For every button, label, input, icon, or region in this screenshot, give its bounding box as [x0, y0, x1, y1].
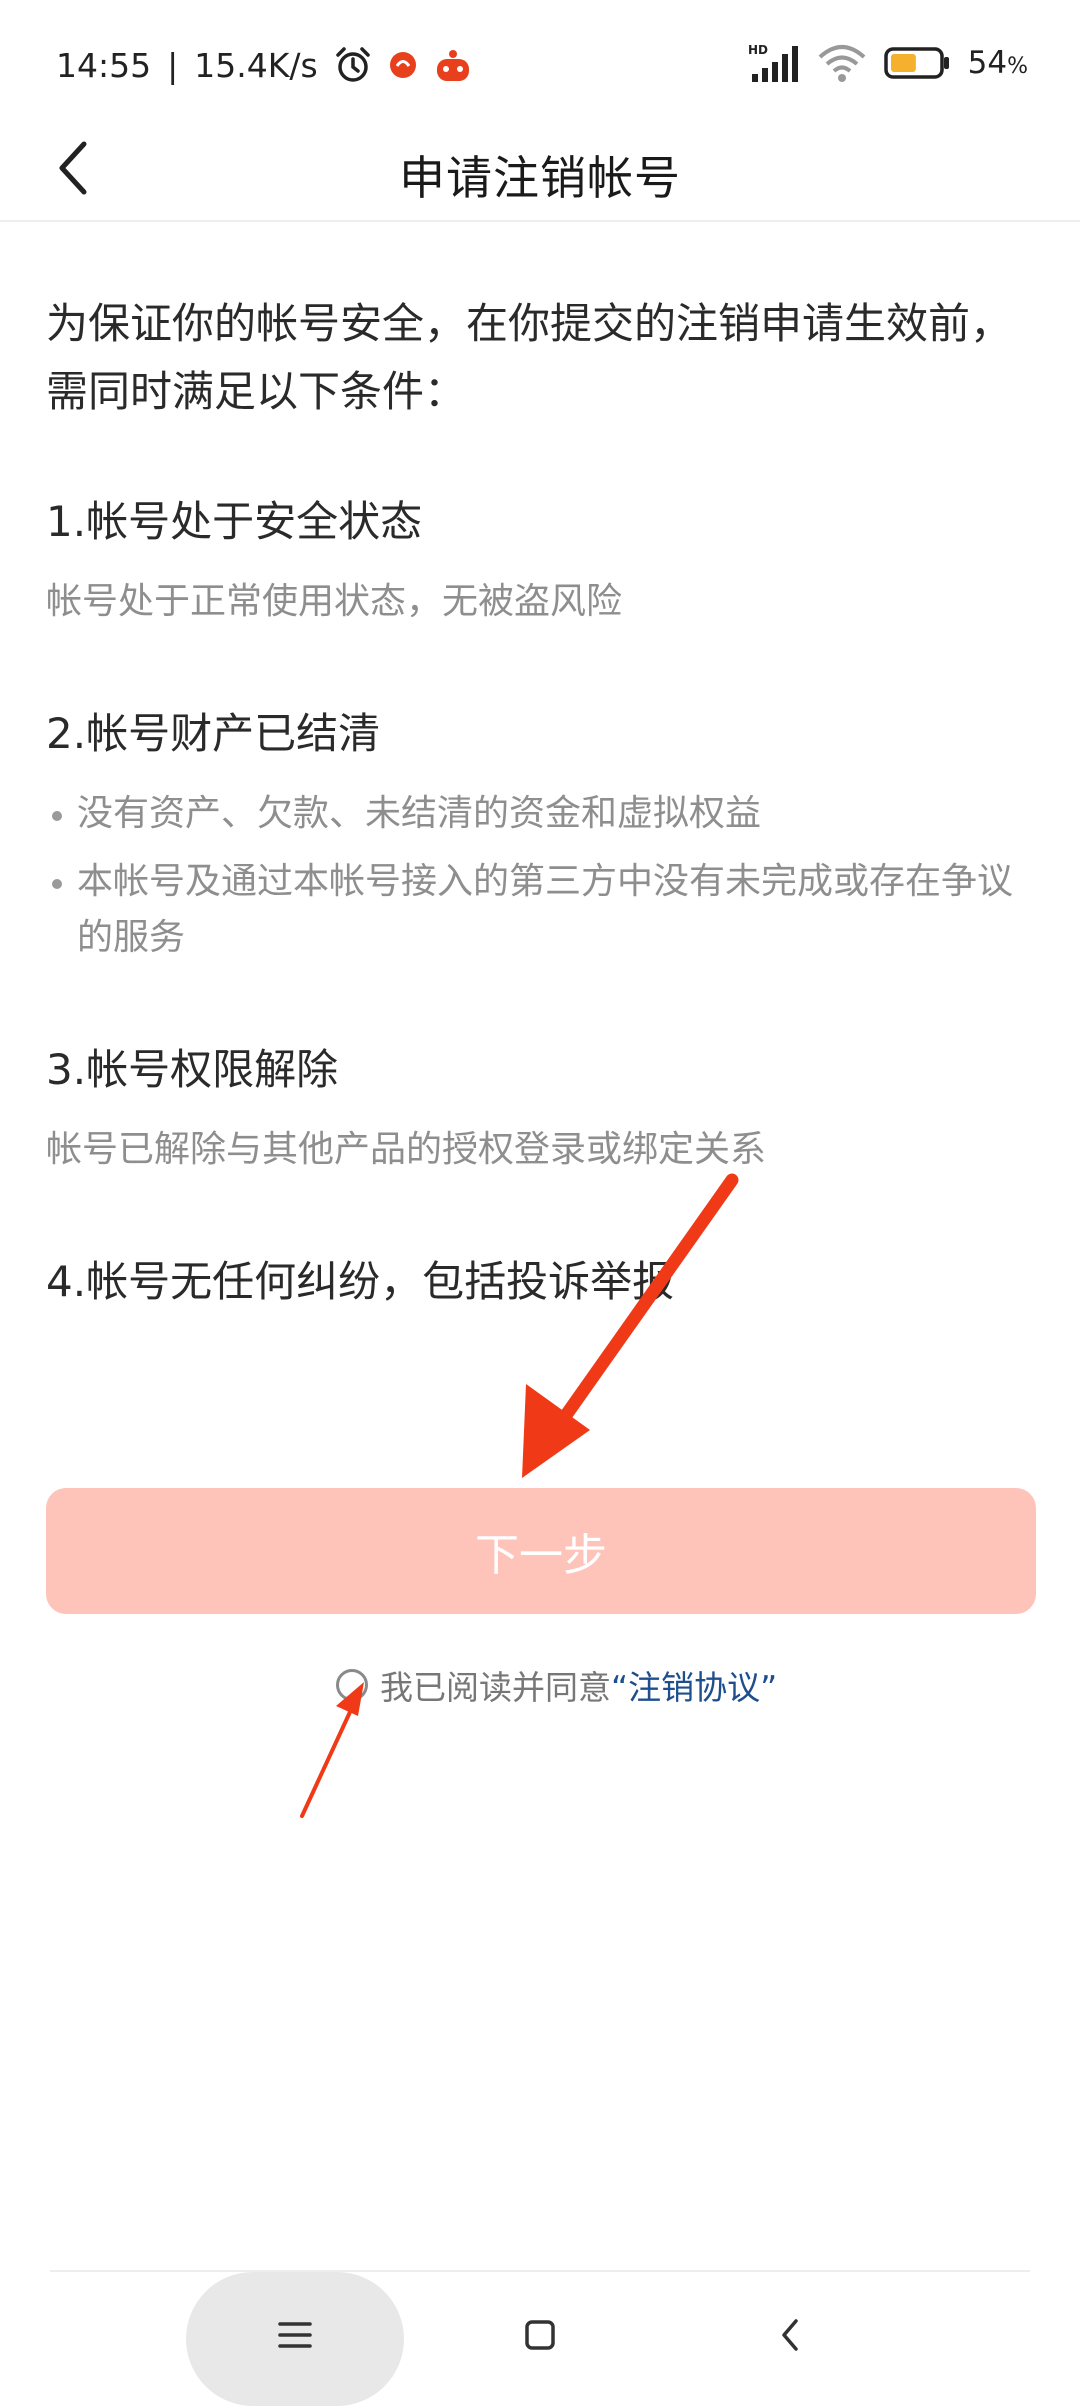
agreement-link[interactable]: “注销协议”	[611, 1661, 777, 1709]
system-nav-bar	[0, 2272, 1080, 2406]
agreement-row: 我已阅读并同意 “注销协议”	[336, 1660, 777, 1710]
signal-icon: HD	[748, 42, 800, 84]
condition-title: 1.帐号处于安全状态	[46, 497, 423, 546]
menu-icon	[278, 2320, 312, 2354]
condition-3: 3.帐号权限解除 帐号已解除与其他产品的授权登录或绑定关系	[46, 1042, 1036, 1178]
bullet-dot	[52, 811, 62, 821]
condition-4: 4.帐号无任何纠纷，包括投诉举报	[46, 1254, 1036, 1310]
condition-description: 帐号已解除与其他产品的授权登录或绑定关系	[46, 1129, 767, 1170]
app-notification-icon	[388, 50, 418, 80]
signal-hd-label: HD	[748, 43, 768, 57]
home-button[interactable]	[480, 2292, 600, 2382]
status-time: 14:55	[56, 45, 152, 85]
content-body: 为保证你的帐号安全，在你提交的注销申请生效前，需同时满足以下条件： 1.帐号处于…	[46, 290, 1036, 1310]
app-notification-icon-2	[434, 47, 472, 83]
status-left: 14:55 | 15.4K/s	[56, 40, 472, 90]
condition-title: 4.帐号无任何纠纷，包括投诉举报	[46, 1257, 675, 1306]
condition-title: 3.帐号权限解除	[46, 1045, 339, 1094]
next-button[interactable]: 下一步	[46, 1488, 1036, 1614]
alarm-clock-icon	[334, 46, 372, 84]
nav-back-button[interactable]	[730, 2292, 850, 2382]
agreement-checkbox[interactable]	[336, 1669, 368, 1701]
network-speed: 15.4K/s	[194, 45, 318, 85]
status-bar: 14:55 | 15.4K/s HD 54%	[0, 0, 1080, 120]
bullet-text: 本帐号及通过本帐号接入的第三方中没有未完成或存在争议的服务	[77, 861, 1014, 958]
battery-percent: 54%	[967, 45, 1028, 81]
agreement-text: 我已阅读并同意	[380, 1668, 611, 1707]
condition-2: 2.帐号财产已结清 没有资产、欠款、未结清的资金和虚拟权益 本帐号及通过本帐号接…	[46, 706, 1036, 966]
home-square-icon	[524, 2319, 556, 2355]
menu-button[interactable]	[235, 2292, 355, 2382]
condition-bullet: 没有资产、欠款、未结清的资金和虚拟权益	[46, 786, 1036, 842]
condition-1: 1.帐号处于安全状态 帐号处于正常使用状态，无被盗风险	[46, 494, 1036, 630]
condition-bullet: 本帐号及通过本帐号接入的第三方中没有未完成或存在争议的服务	[46, 854, 1036, 966]
back-triangle-icon	[778, 2317, 802, 2357]
status-separator: |	[167, 45, 179, 85]
bullet-dot	[52, 879, 62, 889]
condition-description: 帐号处于正常使用状态，无被盗风险	[46, 581, 623, 622]
bullet-text: 没有资产、欠款、未结清的资金和虚拟权益	[77, 793, 762, 834]
page-title: 申请注销帐号	[399, 151, 681, 205]
battery-icon	[883, 46, 950, 80]
status-right: HD 54%	[748, 36, 1028, 90]
condition-title: 2.帐号财产已结清	[46, 709, 381, 758]
nav-header: 申请注销帐号	[0, 120, 1080, 222]
intro-text: 为保证你的帐号安全，在你提交的注销申请生效前，需同时满足以下条件：	[46, 299, 1013, 416]
wifi-icon	[818, 43, 866, 83]
